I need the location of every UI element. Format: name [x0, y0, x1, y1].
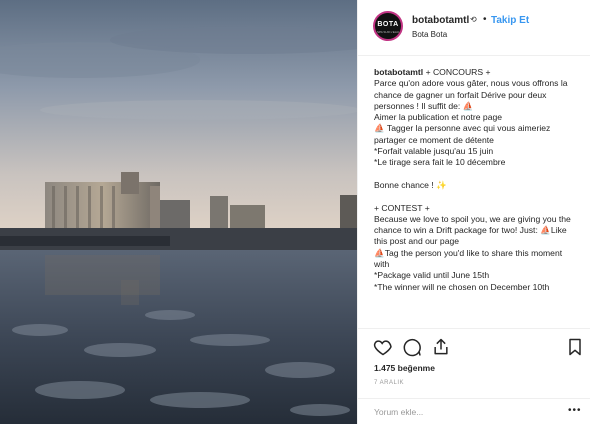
- caption-line: Because we love to spoil you, we are giv…: [374, 213, 574, 247]
- verified-icon: ⟲: [470, 15, 477, 24]
- avatar-logo-text: BOTA: [377, 21, 399, 28]
- avatar[interactable]: BOTA SPA SUR L'EAU: [373, 11, 403, 41]
- caption-line: *The winner will ne chosen on December 1…: [374, 281, 550, 292]
- post-header: BOTA SPA SUR L'EAU botabotamtl ⟲ • Takip…: [358, 0, 590, 56]
- post-photo[interactable]: [0, 0, 357, 424]
- separator-dot: •: [483, 14, 487, 25]
- actions-divider: [358, 328, 590, 329]
- caption-line: *Package valid until June 15th: [374, 270, 490, 281]
- caption-line: *Forfait valable jusqu'au 15 juin: [374, 146, 494, 157]
- post-caption: botabotamtl + CONCOURS + Parce qu'on ado…: [374, 67, 579, 293]
- photo-scene: [0, 0, 357, 424]
- caption-line: [374, 191, 579, 202]
- post-actions: [358, 333, 590, 359]
- post-panel: BOTA SPA SUR L'EAU botabotamtl ⟲ • Takip…: [357, 0, 590, 424]
- username-link[interactable]: botabotamtl: [412, 15, 469, 26]
- caption-line: ⛵Tag the person you'd like to share this…: [374, 247, 565, 270]
- caption-line: ⛵ Tagger la personne avec qui vous aimer…: [374, 123, 553, 145]
- share-icon[interactable]: [431, 337, 451, 357]
- caption-line: *Le tirage sera fait le 10 décembre: [374, 157, 506, 168]
- follow-button[interactable]: Takip Et: [491, 15, 529, 26]
- post-date: 7 ARALIK: [374, 380, 405, 386]
- caption-line: botabotamtl + CONCOURS +: [374, 67, 491, 77]
- caption-line: [374, 169, 579, 180]
- caption-username[interactable]: botabotamtl: [374, 67, 423, 77]
- bookmark-icon[interactable]: [565, 337, 585, 357]
- heart-icon[interactable]: [373, 337, 393, 357]
- caption-line: Parce qu'on adore vous gâter, nous vous …: [374, 78, 570, 111]
- more-options-icon[interactable]: •••: [568, 405, 582, 416]
- comment-bar: Yorum ekle... •••: [358, 398, 590, 424]
- comment-input[interactable]: Yorum ekle...: [374, 407, 423, 417]
- caption-line: Aimer la publication et notre page: [374, 112, 503, 123]
- caption-line: + CONTEST +: [374, 202, 430, 213]
- avatar-logo-subtext: SPA SUR L'EAU: [376, 30, 400, 34]
- comment-icon[interactable]: [402, 337, 422, 357]
- likes-count[interactable]: 1.475 beğenme: [374, 363, 435, 373]
- caption-line: Bonne chance ! ✨: [374, 179, 447, 190]
- location-link[interactable]: Bota Bota: [412, 30, 447, 39]
